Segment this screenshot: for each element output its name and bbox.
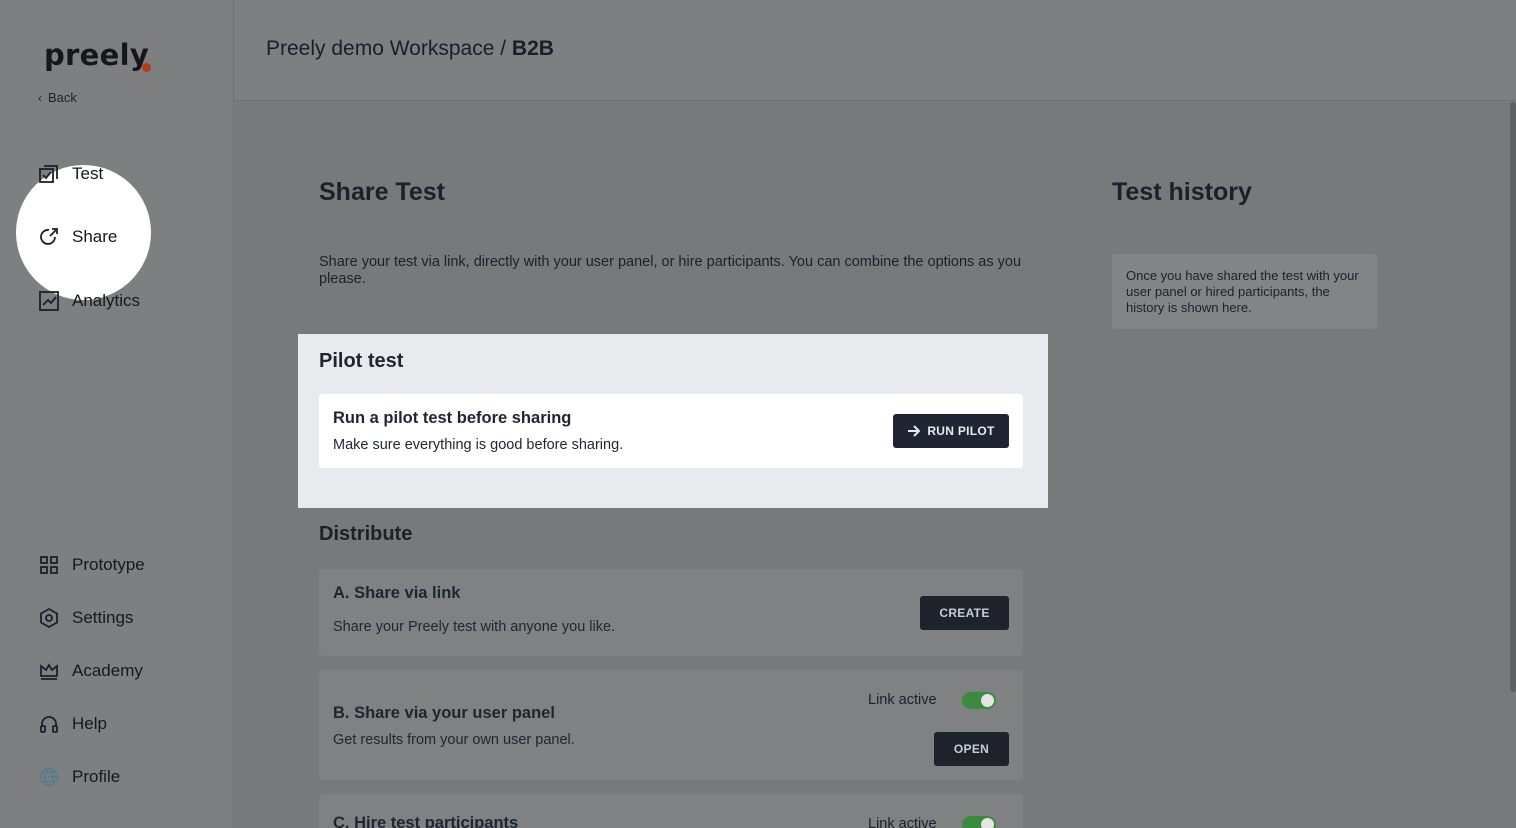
hire-participants-card: C. Hire test participants Link active: [319, 794, 1023, 828]
nav-item-prototype[interactable]: Prototype: [38, 554, 145, 576]
open-panel-label: OPEN: [953, 742, 990, 756]
nav-item-analytics[interactable]: Analytics: [38, 290, 140, 312]
nav-label-prototype: Prototype: [72, 555, 145, 574]
share-icon: [40, 228, 58, 245]
share-link-title: A. Share via link: [333, 584, 461, 602]
hire-link-toggle[interactable]: [962, 816, 996, 828]
breadcrumb-separator: /: [500, 37, 507, 60]
preely-logo[interactable]: preely: [44, 38, 149, 72]
run-pilot-button[interactable]: RUN PILOT: [893, 414, 1009, 448]
nav-item-settings[interactable]: Settings: [38, 607, 133, 629]
share-link-card: A. Share via link Share your Preely test…: [319, 569, 1023, 656]
user-panel-title: B. Share via your user panel: [333, 704, 555, 722]
nav-item-test[interactable]: Test: [38, 163, 103, 185]
toggle-knob: [981, 818, 994, 828]
run-pilot-label: RUN PILOT: [927, 424, 995, 438]
history-title: Test history: [1112, 178, 1252, 206]
hire-status-label: Link active: [868, 816, 937, 828]
pilot-card: Run a pilot test before sharing Make sur…: [319, 394, 1023, 468]
share-description: Share your test via link, directly with …: [319, 254, 1022, 287]
analytics-icon: [39, 291, 59, 311]
arrow-right-icon: [908, 425, 921, 437]
nav-label-settings: Settings: [72, 608, 134, 627]
history-empty-text: Once you have shared the test with your …: [1126, 268, 1359, 315]
page-title: Share Test: [319, 178, 445, 206]
chevron-left-icon: ‹: [38, 90, 42, 105]
user-panel-card: Link active B. Share via your user panel…: [319, 670, 1023, 780]
nav-label-profile: Profile: [72, 767, 121, 786]
user-panel-subtitle: Get results from your own user panel.: [333, 732, 575, 748]
pilot-title: Pilot test: [319, 350, 404, 372]
logo-dot: [142, 63, 151, 72]
scrollbar[interactable]: [1510, 102, 1516, 692]
breadcrumb-current: B2B: [511, 37, 554, 60]
nav-item-share[interactable]: Share: [38, 226, 117, 248]
settings-icon: [40, 607, 58, 629]
create-link-button[interactable]: CREATE: [920, 596, 1009, 630]
headset-icon: [40, 716, 58, 733]
back-link[interactable]: ‹ Back: [38, 90, 77, 105]
nav-label-help: Help: [72, 714, 107, 733]
nav-label-test: Test: [72, 164, 104, 183]
sidebar: preely ‹ Back Test Share Analytics Proto…: [0, 0, 234, 828]
nav-item-academy[interactable]: Academy: [38, 660, 143, 682]
create-link-label: CREATE: [939, 606, 990, 620]
pilot-panel: Pilot test Run a pilot test before shari…: [298, 334, 1048, 508]
hire-participants-title: C. Hire test participants: [333, 814, 519, 828]
pilot-card-subtitle: Make sure everything is good before shar…: [333, 437, 624, 453]
pilot-card-title: Run a pilot test before sharing: [333, 409, 572, 427]
nav-label-analytics: Analytics: [72, 291, 141, 310]
nav-item-profile[interactable]: Profile: [38, 766, 120, 788]
breadcrumb-workspace[interactable]: Preely demo Workspace: [266, 37, 494, 60]
grid-icon: [40, 556, 58, 574]
crown-icon: [40, 663, 58, 680]
checklist-icon: [39, 165, 58, 183]
top-header: Preely demo Workspace / B2B: [235, 0, 1516, 101]
open-panel-button[interactable]: OPEN: [934, 732, 1009, 766]
breadcrumb: Preely demo Workspace / B2B: [266, 37, 554, 61]
nav-label-share: Share: [72, 227, 118, 246]
user-panel-link-toggle[interactable]: [962, 692, 996, 709]
nav-item-help[interactable]: Help: [38, 713, 107, 735]
nav-label-academy: Academy: [72, 661, 143, 680]
distribute-title: Distribute: [319, 523, 413, 545]
share-link-subtitle: Share your Preely test with anyone you l…: [333, 619, 616, 635]
back-label: Back: [48, 90, 77, 105]
toggle-knob: [981, 694, 994, 707]
globe-icon: [39, 767, 59, 787]
user-panel-status-label: Link active: [868, 692, 937, 708]
history-empty-box: Once you have shared the test with your …: [1112, 254, 1377, 329]
